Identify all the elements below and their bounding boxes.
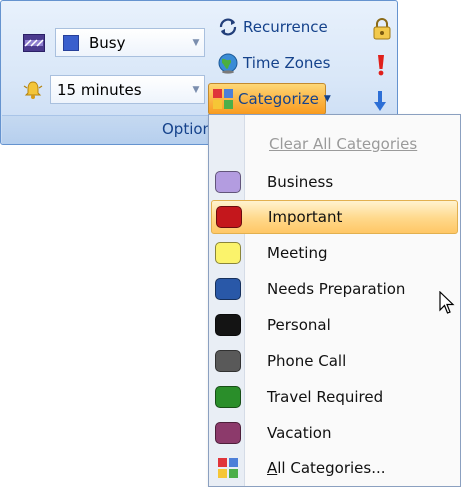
category-item-vacation[interactable]: Vacation xyxy=(211,416,458,450)
category-color-swatch xyxy=(215,171,241,193)
clear-all-categories-label: Clear All Categories xyxy=(269,135,418,153)
show-as-combo[interactable]: Busy ▼ xyxy=(55,28,205,57)
all-categories-mnemonic: A xyxy=(267,459,278,477)
category-label: Personal xyxy=(267,316,331,334)
category-label: Business xyxy=(267,173,334,191)
time-zones-label: Time Zones xyxy=(243,54,331,72)
category-color-swatch xyxy=(215,422,241,444)
down-arrow-icon[interactable] xyxy=(373,89,387,117)
category-label: Phone Call xyxy=(267,352,347,370)
busy-swatch xyxy=(63,34,79,51)
clear-all-categories-item[interactable]: Clear All Categories xyxy=(211,127,458,161)
category-color-swatch xyxy=(215,242,241,264)
exclamation-icon[interactable] xyxy=(375,53,387,81)
category-item-travel-required[interactable]: Travel Required xyxy=(211,380,458,414)
categorize-button[interactable]: Categorize ▼ xyxy=(208,83,331,115)
recurrence-icon xyxy=(217,16,239,38)
show-as-icon xyxy=(23,34,45,56)
all-categories-label: All Categories... xyxy=(267,459,386,477)
chevron-down-icon[interactable]: ▼ xyxy=(188,76,204,103)
chevron-down-icon[interactable]: ▼ xyxy=(324,94,331,104)
show-as-value: Busy xyxy=(89,33,126,52)
recurrence-label: Recurrence xyxy=(243,18,328,36)
time-zones-button[interactable]: Time Zones xyxy=(217,52,330,74)
category-color-swatch xyxy=(215,386,241,408)
chevron-down-icon[interactable]: ▼ xyxy=(188,29,204,56)
category-color-swatch xyxy=(215,314,241,336)
category-label: Important xyxy=(268,208,343,226)
category-color-swatch xyxy=(216,206,242,228)
category-item-business[interactable]: Business xyxy=(211,165,458,199)
all-categories-rest: ll Categories... xyxy=(277,459,386,477)
category-label: Travel Required xyxy=(267,388,384,406)
category-color-swatch xyxy=(215,350,241,372)
category-item-needs-preparation[interactable]: Needs Preparation xyxy=(211,272,458,306)
reminder-combo[interactable]: 15 minutes ▼ xyxy=(50,75,205,104)
category-item-phone-call[interactable]: Phone Call xyxy=(211,344,458,378)
mouse-cursor-icon xyxy=(439,290,455,319)
categorize-icon xyxy=(212,88,234,110)
category-label: Vacation xyxy=(267,424,332,442)
categorize-label: Categorize xyxy=(238,90,319,108)
app-root: Busy ▼ 15 minutes ▼ Recurrence Time Zone… xyxy=(0,0,461,487)
lock-icon[interactable] xyxy=(373,18,391,44)
group-label: Option xyxy=(162,120,213,138)
category-label: Meeting xyxy=(267,244,328,262)
category-item-important[interactable]: Important xyxy=(211,200,458,234)
categorize-icon xyxy=(217,457,239,479)
category-color-swatch xyxy=(215,278,241,300)
all-categories-item[interactable]: All Categories... xyxy=(211,451,458,485)
category-item-meeting[interactable]: Meeting xyxy=(211,236,458,270)
reminder-value: 15 minutes xyxy=(57,80,142,99)
recurrence-button[interactable]: Recurrence xyxy=(217,16,328,38)
category-item-personal[interactable]: Personal xyxy=(211,308,458,342)
globe-icon xyxy=(217,52,239,74)
category-label: Needs Preparation xyxy=(267,280,406,298)
categorize-menu: Clear All Categories Business Important … xyxy=(208,114,461,487)
bell-icon xyxy=(23,80,43,104)
